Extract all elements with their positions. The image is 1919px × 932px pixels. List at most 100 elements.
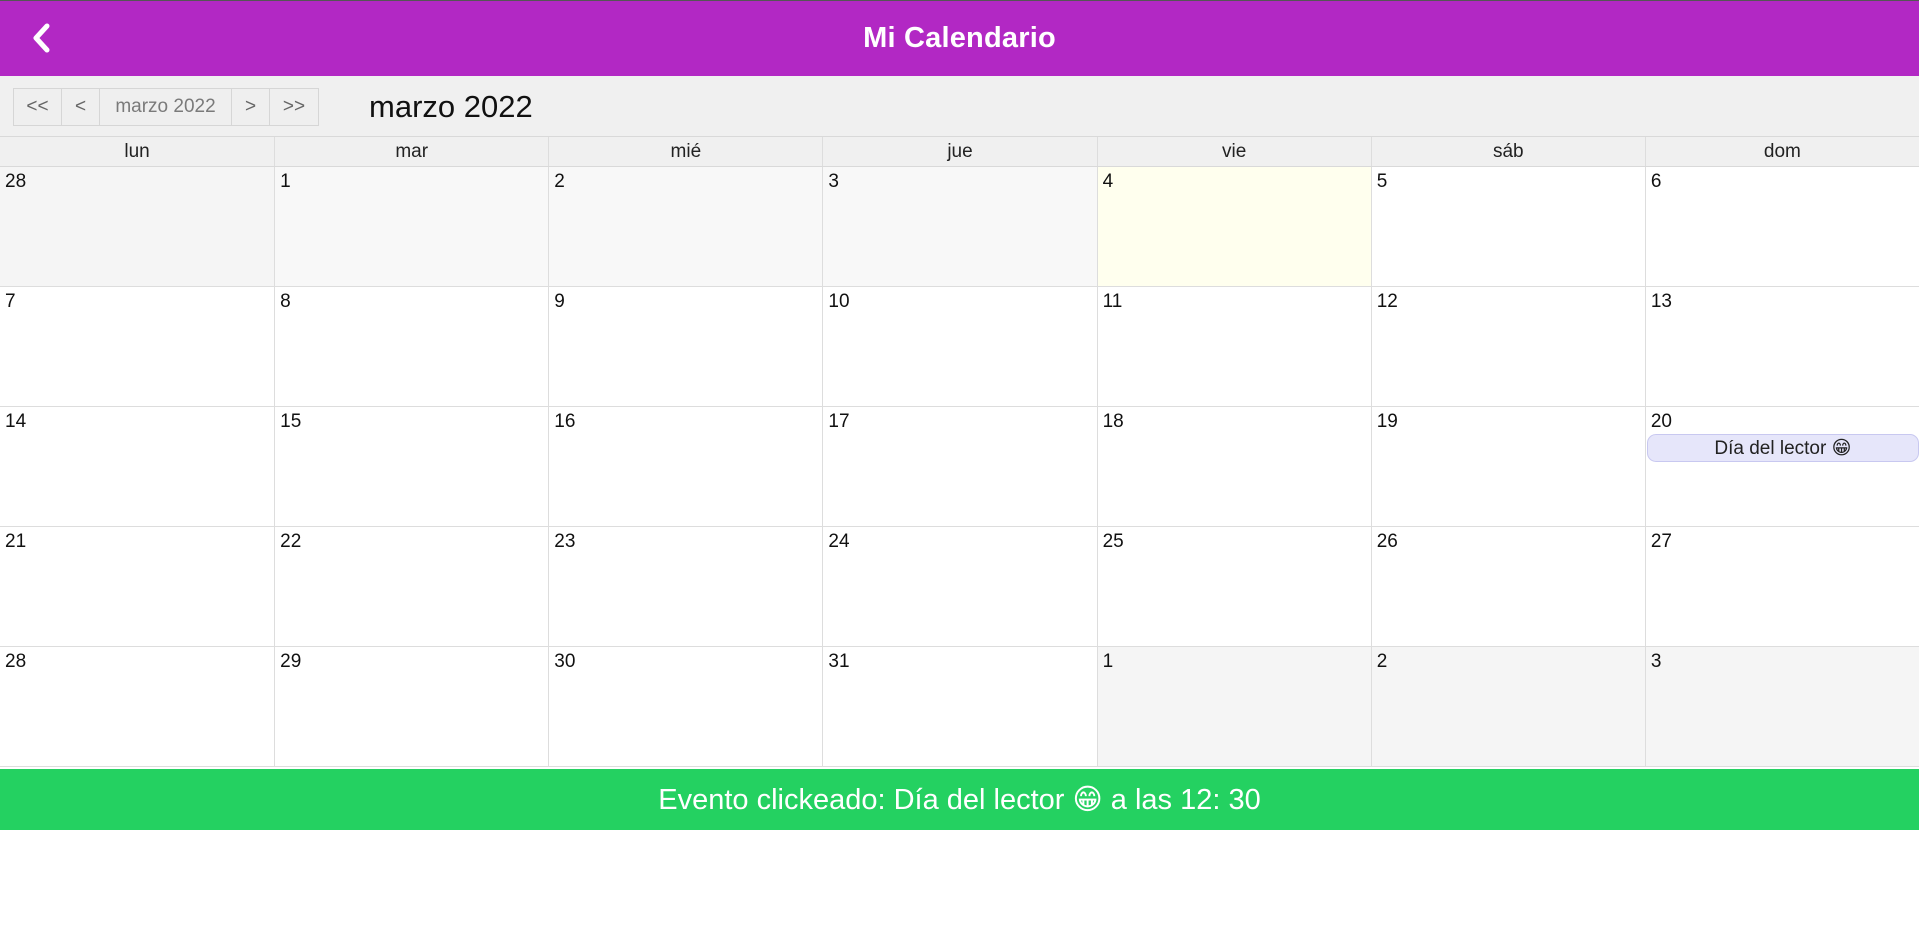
day-cell[interactable]: 5 [1370,167,1645,286]
day-cell[interactable]: 25 [1096,527,1371,646]
day-number[interactable]: 6 [1651,171,1662,193]
next-year-button[interactable]: >> [269,88,319,126]
day-cell[interactable]: 1 [1096,647,1371,766]
day-number[interactable]: 13 [1651,291,1672,313]
day-number[interactable]: 11 [1103,291,1123,313]
next-month-button[interactable]: > [231,88,270,126]
weekday-header: sáb [1370,137,1645,166]
current-month-button[interactable]: marzo 2022 [99,88,232,126]
weekday-header: dom [1644,137,1919,166]
day-number[interactable]: 12 [1377,291,1398,313]
day-cell[interactable]: 21 [0,527,275,646]
day-number[interactable]: 31 [828,651,849,673]
week-row: 7 8 9 10 11 12 13 [0,287,1919,407]
day-cell[interactable]: 2 [1370,647,1645,766]
day-number[interactable]: 26 [1377,531,1398,553]
weekday-header: vie [1096,137,1371,166]
chevron-left-icon [33,23,50,53]
day-cell[interactable]: 14 [0,407,275,526]
day-number[interactable]: 15 [280,411,301,433]
app-header: Mi Calendario [0,0,1919,76]
day-cell[interactable]: 28 [0,647,275,766]
day-number[interactable]: 23 [554,531,575,553]
day-cell[interactable]: 16 [548,407,823,526]
day-cell[interactable]: 6 [1644,167,1919,286]
weekday-header: mié [548,137,822,166]
day-cell[interactable]: 18 [1096,407,1371,526]
day-cell[interactable]: 4 [1096,167,1371,286]
day-cell[interactable]: 23 [548,527,823,646]
day-number[interactable]: 9 [554,291,565,313]
day-number[interactable]: 8 [280,291,291,313]
day-cell[interactable]: 7 [0,287,275,406]
day-cell[interactable]: 11 [1096,287,1371,406]
month-grid: lun mar mié jue vie sáb dom 28 1 2 3 4 5 6 7 8 9 10 11 12 1… [0,137,1919,767]
weekday-header-row: lun mar mié jue vie sáb dom [0,137,1919,167]
week-row: 14 15 16 17 18 19 20 Día del lector 😁 [0,407,1919,527]
calendar-toolbar: << < marzo 2022 > >> marzo 2022 [0,76,1919,137]
day-number[interactable]: 5 [1377,171,1388,193]
day-cell[interactable]: 10 [822,287,1097,406]
calendar-app: Mi Calendario << < marzo 2022 > >> marzo… [0,0,1919,932]
day-number[interactable]: 2 [1377,651,1388,673]
day-cell[interactable]: 20 Día del lector 😁 [1644,407,1919,526]
day-number[interactable]: 4 [1103,171,1114,193]
weekday-header: mar [274,137,548,166]
day-number[interactable]: 19 [1377,411,1398,433]
week-row: 21 22 23 24 25 26 27 [0,527,1919,647]
day-number[interactable]: 1 [280,171,291,193]
day-cell[interactable]: 13 [1644,287,1919,406]
calendar-event[interactable]: Día del lector 😁 [1646,434,1919,462]
day-cell[interactable]: 3 [822,167,1097,286]
month-navigation: << < marzo 2022 > >> [13,88,319,126]
status-bar: Evento clickeado: Día del lector 😁 a las… [0,769,1919,830]
day-number[interactable]: 16 [554,411,575,433]
day-number[interactable]: 14 [5,411,26,433]
day-number[interactable]: 1 [1103,651,1114,673]
day-cell[interactable]: 28 [0,167,275,286]
day-number[interactable]: 22 [280,531,301,553]
week-row: 28 29 30 31 1 2 3 [0,647,1919,767]
day-cell[interactable]: 15 [274,407,549,526]
day-cell[interactable]: 3 [1644,647,1919,766]
day-number[interactable]: 20 [1651,411,1672,433]
day-number[interactable]: 7 [5,291,16,313]
day-number[interactable]: 3 [1651,651,1662,673]
page-title: Mi Calendario [863,22,1056,54]
prev-month-button[interactable]: < [61,88,100,126]
day-number[interactable]: 27 [1651,531,1672,553]
week-row: 28 1 2 3 4 5 6 [0,167,1919,287]
day-cell[interactable]: 12 [1370,287,1645,406]
day-cell[interactable]: 17 [822,407,1097,526]
day-cell[interactable]: 31 [822,647,1097,766]
weekday-header: lun [124,141,150,162]
day-number[interactable]: 29 [280,651,301,673]
day-cell[interactable]: 2 [548,167,823,286]
weeks-container: 28 1 2 3 4 5 6 7 8 9 10 11 12 13 14 15 16 17 18 19 20 Día del… [0,167,1919,767]
day-cell[interactable]: 24 [822,527,1097,646]
day-cell[interactable]: 27 [1644,527,1919,646]
day-number[interactable]: 28 [5,651,26,673]
day-cell[interactable]: 26 [1370,527,1645,646]
day-number[interactable]: 25 [1103,531,1124,553]
day-cell[interactable]: 8 [274,287,549,406]
day-number[interactable]: 17 [828,411,849,433]
day-cell[interactable]: 30 [548,647,823,766]
day-number[interactable]: 24 [828,531,849,553]
day-cell[interactable]: 1 [274,167,549,286]
day-number[interactable]: 2 [554,171,565,193]
month-title: marzo 2022 [369,89,533,124]
day-number[interactable]: 30 [554,651,575,673]
day-cell[interactable]: 29 [274,647,549,766]
day-cell[interactable]: 9 [548,287,823,406]
day-number[interactable]: 21 [5,531,26,553]
back-button[interactable] [22,15,62,61]
prev-year-button[interactable]: << [13,88,62,126]
status-message: Evento clickeado: Día del lector 😁 a las… [658,784,1261,816]
day-cell[interactable]: 22 [274,527,549,646]
day-number[interactable]: 28 [5,171,26,193]
day-cell[interactable]: 19 [1370,407,1645,526]
day-number[interactable]: 10 [828,291,849,313]
day-number[interactable]: 3 [828,171,839,193]
day-number[interactable]: 18 [1103,411,1124,433]
